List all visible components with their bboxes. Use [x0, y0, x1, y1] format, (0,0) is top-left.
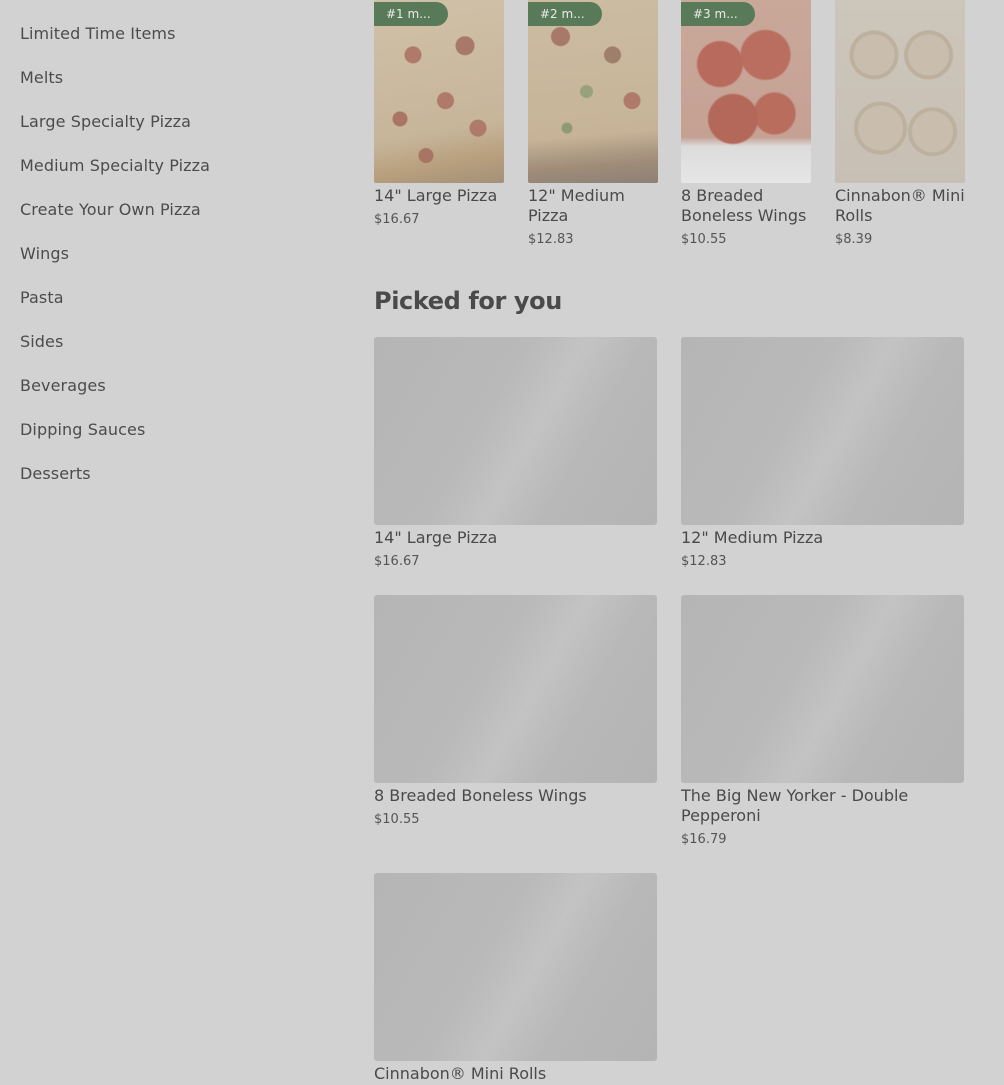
item-price: $12.83: [681, 554, 727, 569]
section-title-picked-for-you: Picked for you: [374, 287, 562, 315]
popular-item-card[interactable]: #2 m... 12" Medium Pizza $12.83: [528, 0, 658, 248]
item-price: $12.83: [528, 232, 574, 247]
item-image-placeholder[interactable]: [681, 337, 964, 525]
item-image-placeholder[interactable]: [681, 595, 964, 783]
rank-badge: #1 m...: [374, 2, 448, 26]
item-name[interactable]: 12" Medium Pizza: [681, 528, 964, 548]
popular-item-card[interactable]: #3 m... 8 Breaded Boneless Wings $10.55: [681, 0, 811, 248]
item-name[interactable]: 14" Large Pizza: [374, 186, 504, 206]
item-image[interactable]: #2 m...: [528, 0, 658, 183]
item-name[interactable]: 8 Breaded Boneless Wings: [374, 786, 657, 806]
item-name[interactable]: 8 Breaded Boneless Wings: [681, 186, 811, 226]
item-price: $16.79: [681, 832, 727, 847]
item-price: $10.55: [374, 812, 420, 827]
item-name[interactable]: 14" Large Pizza: [374, 528, 657, 548]
item-image[interactable]: #1 m...: [374, 0, 504, 183]
picked-item-card[interactable]: 12" Medium Pizza $12.83: [681, 337, 964, 570]
picked-item-card[interactable]: Cinnabon® Mini Rolls: [374, 873, 657, 1084]
item-name[interactable]: Cinnabon® Mini Rolls: [835, 186, 965, 226]
rank-badge: #3 m...: [681, 2, 755, 26]
item-price: $16.67: [374, 554, 420, 569]
item-image-placeholder[interactable]: [374, 337, 657, 525]
popular-item-card[interactable]: Cinnabon® Mini Rolls $8.39: [835, 0, 965, 248]
item-name[interactable]: 12" Medium Pizza: [528, 186, 658, 226]
item-price: $16.67: [374, 212, 420, 227]
picked-item-card[interactable]: 8 Breaded Boneless Wings $10.55: [374, 595, 657, 828]
item-image[interactable]: [835, 0, 965, 183]
picked-item-card[interactable]: 14" Large Pizza $16.67: [374, 337, 657, 570]
rank-badge: #2 m...: [528, 2, 602, 26]
item-image[interactable]: #3 m...: [681, 0, 811, 183]
item-image-placeholder[interactable]: [374, 595, 657, 783]
item-name[interactable]: Cinnabon® Mini Rolls: [374, 1064, 657, 1084]
menu-content: #1 m... 14" Large Pizza $16.67 #2 m... 1…: [0, 0, 1004, 1085]
item-image-placeholder[interactable]: [374, 873, 657, 1061]
item-price: $10.55: [681, 232, 727, 247]
item-price: $8.39: [835, 232, 873, 247]
popular-item-card[interactable]: #1 m... 14" Large Pizza $16.67: [374, 0, 504, 228]
item-name[interactable]: The Big New Yorker - Double Pepperoni: [681, 786, 964, 826]
picked-item-card[interactable]: The Big New Yorker - Double Pepperoni $1…: [681, 595, 964, 848]
